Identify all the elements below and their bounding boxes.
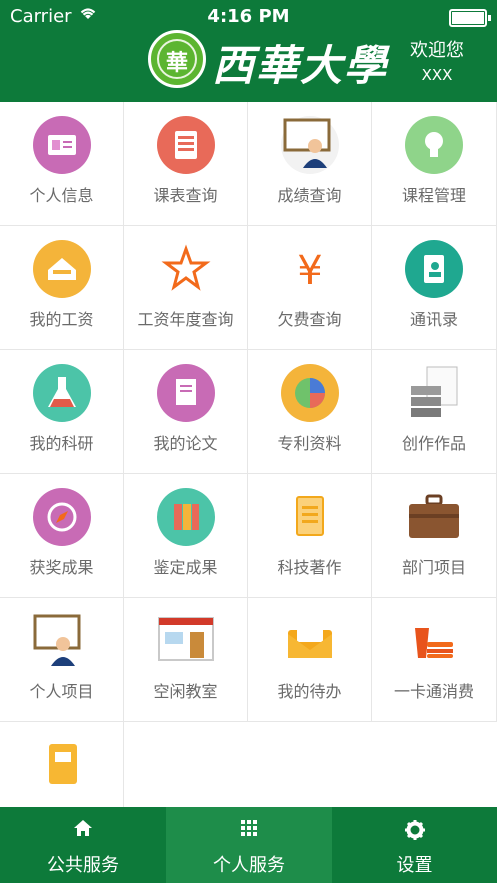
welcome-text: 欢迎您 — [410, 40, 464, 61]
presenter-icon — [33, 612, 91, 670]
status-bar: Carrier 4:16 PM — [0, 0, 497, 32]
grid-item[interactable]: 我的论文 — [124, 350, 248, 474]
battery-icon — [449, 9, 491, 27]
grid-item[interactable]: 获奖成果 — [0, 474, 124, 598]
grid-item-label: 欠费查询 — [277, 310, 342, 329]
id-card-icon — [33, 116, 91, 174]
grid-item[interactable]: 部门项目 — [372, 474, 497, 598]
cup-burger-icon — [405, 612, 463, 670]
grid-item-label: 成绩查询 — [277, 186, 342, 205]
schedule-list-icon — [157, 116, 215, 174]
teacher-board-icon — [281, 116, 339, 174]
grid-item-label: 我的待办 — [277, 682, 342, 701]
grid-item-label: 科技著作 — [277, 558, 342, 577]
welcome-block: 欢迎您 XXX — [397, 36, 477, 84]
contacts-book-icon — [405, 240, 463, 298]
grid-item[interactable]: 创作作品 — [372, 350, 497, 474]
yen-icon: ¥ — [281, 240, 339, 298]
tab-label: 设置 — [396, 855, 433, 876]
grid-item-label: 空闲教室 — [153, 682, 218, 701]
tab-personal-services[interactable]: 个人服务 — [166, 807, 332, 883]
star-icon — [157, 240, 215, 298]
server-doc-icon — [405, 364, 463, 422]
grid-item-label: 个人信息 — [29, 186, 94, 205]
grid-item[interactable]: 通讯录 — [372, 226, 497, 350]
grid-item[interactable]: 课程管理 — [372, 102, 497, 226]
paper-doc-icon — [157, 364, 215, 422]
grid-item[interactable]: 专利资料 — [248, 350, 372, 474]
tab-bar: 公共服务 个人服务 设置 — [0, 807, 497, 883]
salary-icon — [33, 240, 91, 298]
service-grid: 个人信息 课表查询 成绩查询 课程管理 我的工资 工资年度查询 ¥ 欠费查询 通讯录 我的科研 我的… — [0, 102, 497, 807]
svg-text:¥: ¥ — [297, 248, 322, 294]
tab-public-services[interactable]: 公共服务 — [0, 807, 166, 883]
notebook-icon — [33, 736, 91, 794]
compass-icon — [33, 488, 91, 546]
grid-item[interactable]: 图书信息 — [0, 722, 124, 807]
grid-item-label: 一卡通消费 — [393, 682, 474, 701]
document-icon — [281, 488, 339, 546]
grid-item-label: 工资年度查询 — [137, 310, 234, 329]
mail-icon — [281, 612, 339, 670]
flask-icon — [33, 364, 91, 422]
grid-item[interactable]: 一卡通消费 — [372, 598, 497, 722]
tab-settings[interactable]: 设置 — [332, 807, 497, 883]
tab-label: 个人服务 — [213, 855, 285, 876]
gear-icon — [332, 819, 497, 846]
grid-item-label: 获奖成果 — [29, 558, 94, 577]
grid-item-label: 我的工资 — [29, 310, 94, 329]
grid-item[interactable]: 我的待办 — [248, 598, 372, 722]
grid-item-label: 课程管理 — [401, 186, 466, 205]
user-name: XXX — [421, 66, 453, 84]
grid-item[interactable]: 空闲教室 — [124, 598, 248, 722]
books-icon — [157, 488, 215, 546]
home-icon — [0, 819, 166, 842]
tab-label: 公共服务 — [47, 855, 119, 876]
lightbulb-icon — [405, 116, 463, 174]
grid-icon — [166, 819, 332, 842]
grid-item-label: 课表查询 — [153, 186, 218, 205]
grid-item[interactable]: 我的工资 — [0, 226, 124, 350]
grid-item-label: 部门项目 — [401, 558, 466, 577]
grid-item[interactable]: 科技著作 — [248, 474, 372, 598]
grid-item-label: 鉴定成果 — [153, 558, 218, 577]
pie-chart-icon — [281, 364, 339, 422]
grid-item[interactable]: ¥ 欠费查询 — [248, 226, 372, 350]
grid-item[interactable]: 工资年度查询 — [124, 226, 248, 350]
grid-item[interactable]: 个人信息 — [0, 102, 124, 226]
grid-item-label: 创作作品 — [401, 434, 466, 453]
grid-item-label: 我的科研 — [29, 434, 94, 453]
status-time: 4:16 PM — [207, 6, 290, 27]
grid-item[interactable]: 课表查询 — [124, 102, 248, 226]
grid-item[interactable]: 我的科研 — [0, 350, 124, 474]
grid-item[interactable]: 鉴定成果 — [124, 474, 248, 598]
grid-item-label: 我的论文 — [153, 434, 218, 453]
grid-item[interactable]: 个人项目 — [0, 598, 124, 722]
grid-item-label: 专利资料 — [277, 434, 342, 453]
university-name-logo: 西華大學 — [212, 41, 389, 90]
university-seal-logo: 華 — [148, 30, 206, 88]
grid-item[interactable]: 成绩查询 — [248, 102, 372, 226]
app-header: Carrier 4:16 PM 華 西華大學 欢迎您 XXX — [0, 0, 497, 102]
grid-item-label: 通讯录 — [409, 310, 458, 329]
briefcase-icon — [405, 488, 463, 546]
classroom-icon — [157, 612, 215, 670]
grid-item-label: 个人项目 — [29, 682, 94, 701]
